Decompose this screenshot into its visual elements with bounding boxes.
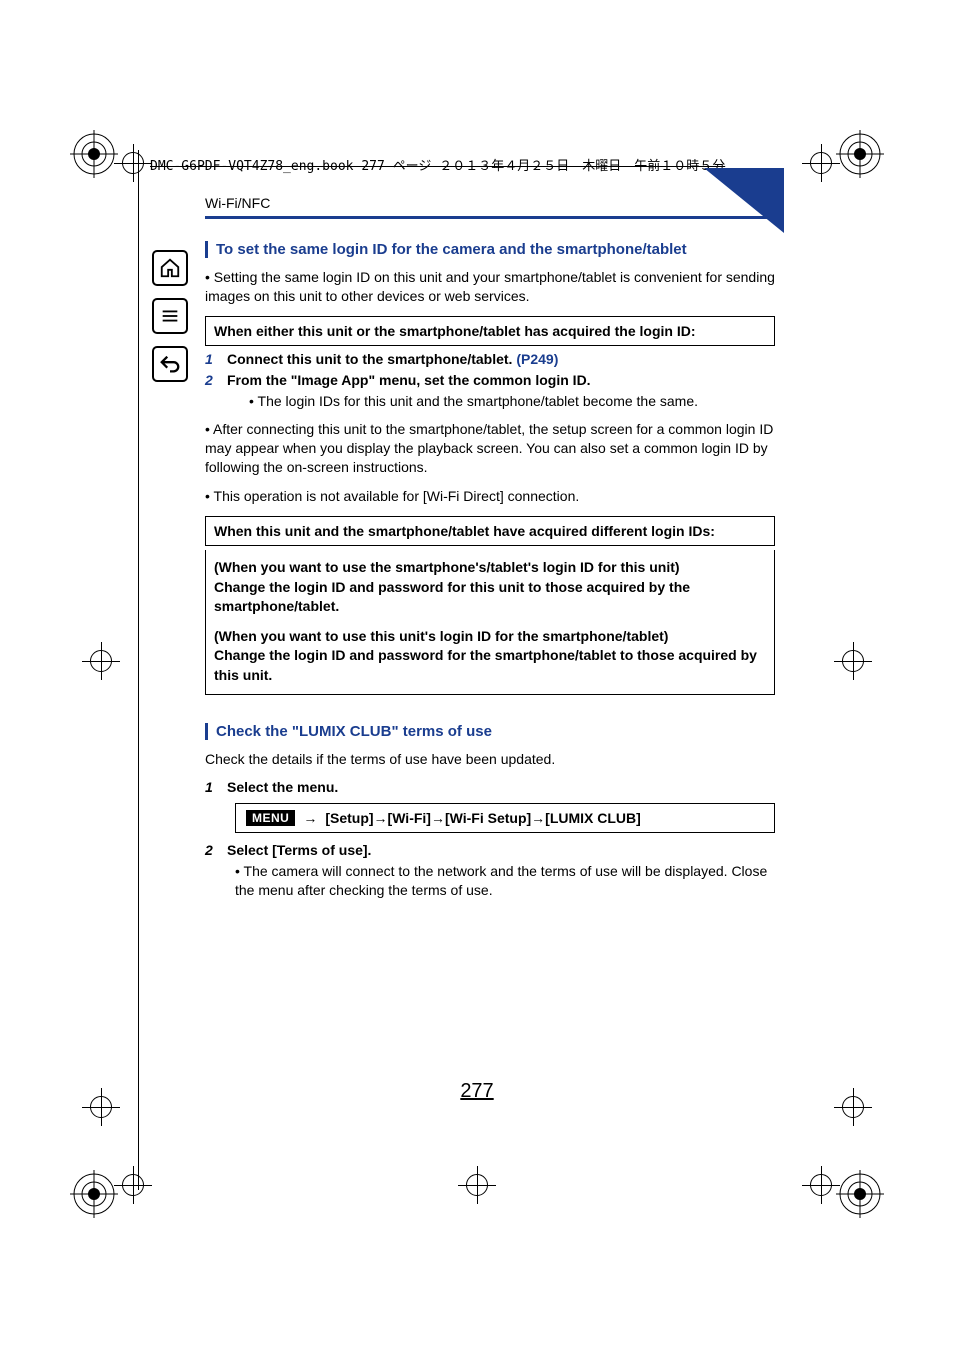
instruction-para-1: (When you want to use the smartphone's/t… <box>214 559 690 614</box>
step-number: 1 <box>205 778 227 797</box>
crosshair-icon <box>834 642 872 680</box>
registration-mark-icon <box>836 130 884 178</box>
instruction-box: (When you want to use the smartphone's/t… <box>205 550 775 695</box>
crosshair-icon <box>802 144 840 182</box>
step-number: 2 <box>205 371 227 390</box>
step-text: Select [Terms of use]. <box>227 841 371 860</box>
crosshair-icon <box>834 1088 872 1126</box>
intro-text: • Setting the same login ID on this unit… <box>205 268 775 306</box>
crosshair-icon <box>114 144 152 182</box>
step-number: 2 <box>205 841 227 860</box>
page-number: 277 <box>460 1080 493 1103</box>
intro-text: Check the details if the terms of use ha… <box>205 750 775 769</box>
menu-path: [Setup]→[Wi-Fi]→[Wi-Fi Setup]→[LUMIX CLU… <box>325 810 640 826</box>
crop-line <box>138 150 139 1190</box>
step-text: Select the menu. <box>227 778 338 797</box>
crosshair-icon <box>114 1166 152 1204</box>
crosshair-icon <box>458 1166 496 1204</box>
step-sub-bullet: • The camera will connect to the network… <box>205 862 775 900</box>
registration-mark-icon <box>836 1170 884 1218</box>
crosshair-icon <box>82 642 120 680</box>
section-title: Wi-Fi/NFC <box>205 195 270 211</box>
crosshair-icon <box>82 1088 120 1126</box>
heading-same-login: To set the same login ID for the camera … <box>205 241 775 258</box>
step-text: From the "Image App" menu, set the commo… <box>227 371 591 390</box>
registration-mark-icon <box>70 1170 118 1218</box>
crosshair-icon <box>802 1166 840 1204</box>
heading-terms-of-use: Check the "LUMIX CLUB" terms of use <box>205 723 775 740</box>
registration-mark-icon <box>70 130 118 178</box>
menu-path-box: MENU → [Setup]→[Wi-Fi]→[Wi-Fi Setup]→[LU… <box>235 803 775 833</box>
step-sub-bullet: • The login IDs for this unit and the sm… <box>205 392 775 411</box>
section-header: Wi-Fi/NFC <box>205 195 775 219</box>
condition-box-2: When this unit and the smartphone/tablet… <box>205 516 775 546</box>
step-text-bold: Select the menu. <box>227 779 338 795</box>
page-link[interactable]: (P249) <box>516 351 558 367</box>
step-text-bold: From the "Image App" menu, set the commo… <box>227 372 591 388</box>
step-number: 1 <box>205 350 227 369</box>
note-text: • After connecting this unit to the smar… <box>205 420 775 477</box>
instruction-para-2: (When you want to use this unit's login … <box>214 628 757 683</box>
back-icon[interactable] <box>152 346 188 382</box>
home-icon[interactable] <box>152 250 188 286</box>
note-text: • This operation is not available for [W… <box>205 487 775 506</box>
arrow-icon: → <box>303 810 317 826</box>
condition-box-1: When either this unit or the smartphone/… <box>205 316 775 346</box>
step-text: Connect this unit to the smartphone/tabl… <box>227 350 558 369</box>
step-text-bold: Select [Terms of use]. <box>227 842 371 858</box>
menu-pill: MENU <box>246 810 295 826</box>
step-text-bold: Connect this unit to the smartphone/tabl… <box>227 351 516 367</box>
list-icon[interactable] <box>152 298 188 334</box>
